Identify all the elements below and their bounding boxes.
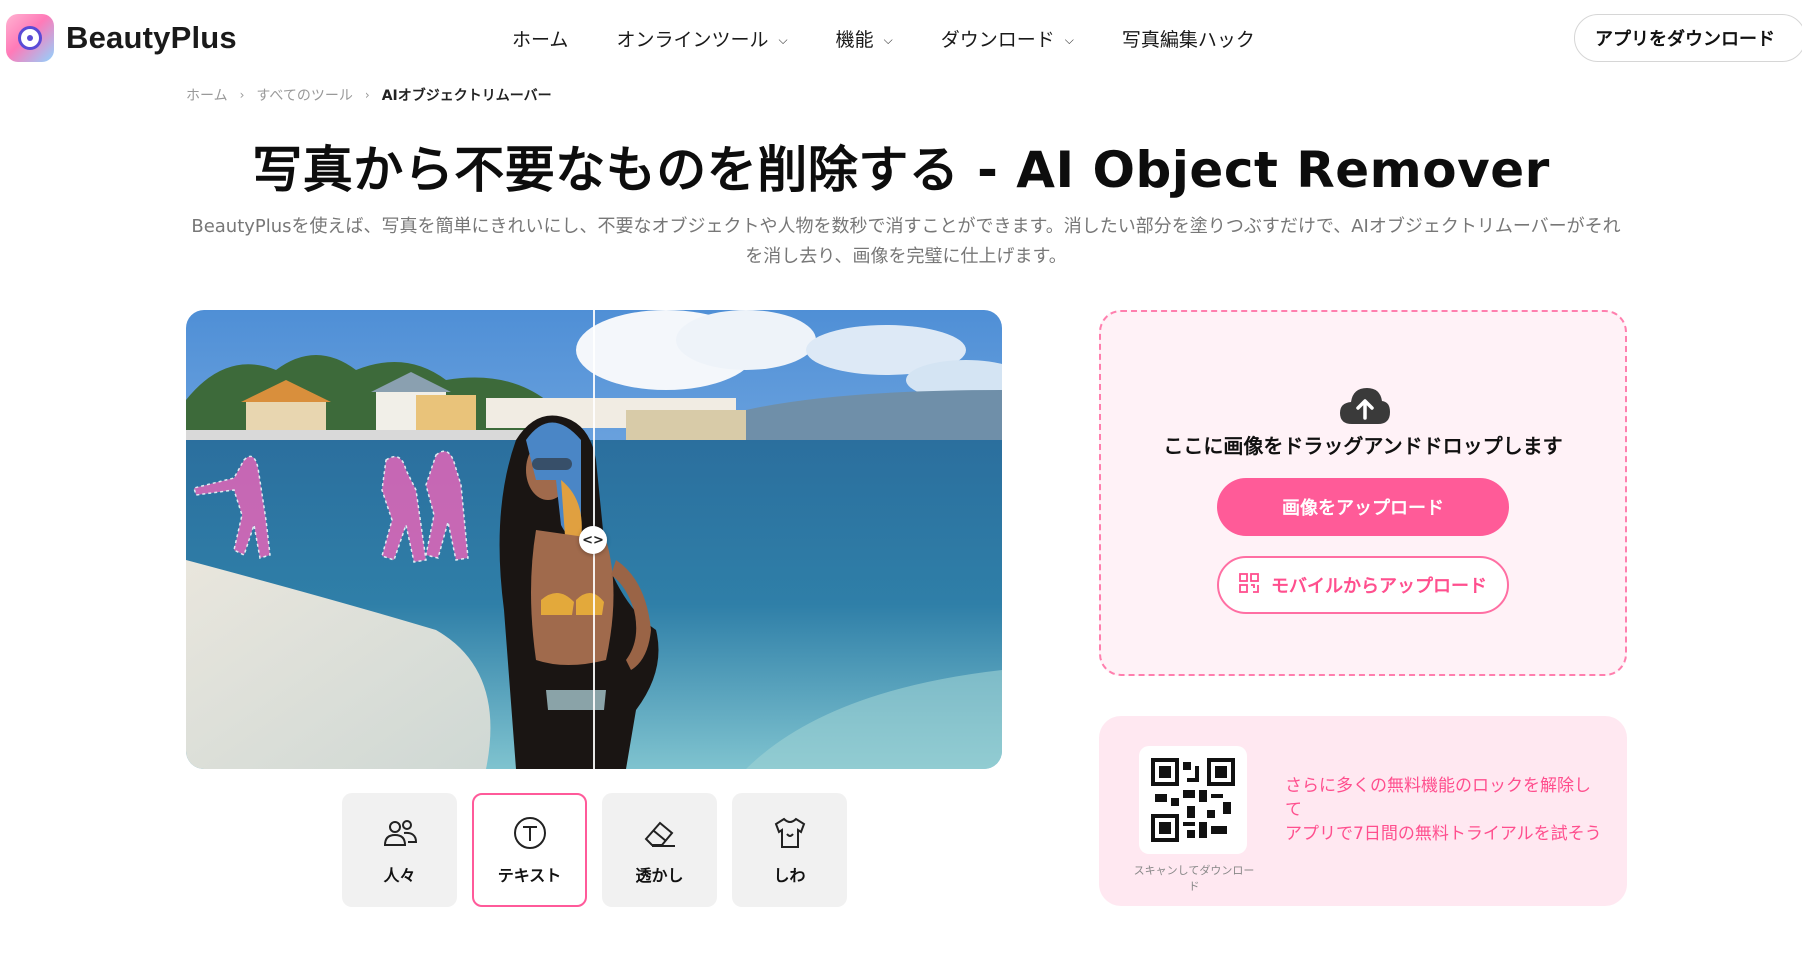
promo-line-1: さらに多くの無料機能のロックを解除して (1285, 776, 1591, 820)
category-watermark[interactable]: 透かし (602, 793, 717, 907)
nav-photo-hacks-label: 写真編集ハック (1121, 28, 1255, 51)
text-icon (511, 814, 549, 852)
people-icon (381, 814, 419, 852)
category-wrinkles[interactable]: しわ (732, 793, 847, 907)
eraser-icon (641, 814, 679, 852)
nav-photo-hacks[interactable]: 写真編集ハック (1122, 22, 1255, 54)
breadcrumb-current: AIオブジェクトリムーバー (381, 88, 552, 104)
category-label: しわ (773, 866, 806, 885)
cloud-upload-icon (1338, 384, 1392, 428)
app-qr-code (1139, 746, 1247, 854)
nav-home-label: ホーム (512, 28, 569, 51)
category-text[interactable]: テキスト (472, 793, 587, 907)
chevron-down-icon: ⌵ (1064, 32, 1074, 47)
promo-message: さらに多くの無料機能のロックを解除して アプリで7日間の無料トライアルを試そう (1285, 774, 1605, 846)
nav-download[interactable]: ダウンロード ⌵ (941, 22, 1074, 54)
brand-logo[interactable]: BeautyPlus (6, 14, 237, 62)
nav-features[interactable]: 機能 ⌵ (836, 22, 893, 54)
nav-online-tools[interactable]: オンラインツール ⌵ (616, 22, 787, 54)
chevron-right-icon: › (364, 88, 370, 102)
camera-logo-icon (6, 14, 54, 62)
promo-line-2: アプリで7日間の無料トライアルを試そう (1285, 824, 1602, 844)
chevron-down-icon: ⌵ (778, 32, 788, 47)
category-label: 人々 (383, 866, 416, 885)
download-app-button[interactable]: アプリをダウンロード (1574, 14, 1802, 62)
drop-instruction: ここに画像をドラッグアンドドロップします (1163, 434, 1563, 458)
site-header: BeautyPlus ホーム オンラインツール ⌵ 機能 ⌵ ダウンロード ⌵ 写真編… (0, 0, 1802, 76)
category-label: テキスト (497, 866, 562, 885)
upload-from-mobile-button[interactable]: モバイルからアップロード (1217, 556, 1509, 614)
nav-features-label: 機能 (835, 28, 874, 51)
upload-image-button[interactable]: 画像をアップロード (1217, 478, 1509, 536)
chevron-right-icon: › (239, 88, 245, 102)
main-nav: ホーム オンラインツール ⌵ 機能 ⌵ ダウンロード ⌵ 写真編集ハック (512, 22, 1303, 54)
shirt-icon (771, 814, 809, 852)
page-description: BeautyPlusを使えば、写真を簡単にきれいにし、不要なオブジェクトや人物を… (191, 216, 1621, 267)
upload-from-mobile-label: モバイルからアップロード (1271, 576, 1487, 597)
breadcrumb: ホーム › すべてのツール › AIオブジェクトリムーバー (186, 85, 552, 105)
breadcrumb-home[interactable]: ホーム (186, 85, 228, 105)
compare-slider-handle[interactable]: <> (579, 526, 607, 554)
upload-dropzone[interactable]: ここに画像をドラッグアンドドロップします 画像をアップロード モバイルからアップ… (1099, 310, 1627, 676)
app-promo-card: スキャンしてダウンロード さらに多くの無料機能のロックを解除して アプリで7日間… (1099, 716, 1627, 906)
breadcrumb-all-tools[interactable]: すべてのツール (256, 85, 352, 105)
example-categories: 人々 テキスト 透かし しわ (342, 793, 847, 907)
nav-home[interactable]: ホーム (512, 22, 568, 54)
qr-caption: スキャンしてダウンロード (1133, 864, 1255, 893)
qr-code-icon (1239, 572, 1259, 598)
category-label: 透かし (635, 866, 684, 885)
page-title: 写真から不要なものを削除する - AI Object Remover (252, 141, 1550, 199)
nav-online-tools-label: オンラインツール (616, 28, 769, 51)
before-after-image[interactable]: <> (186, 310, 1002, 769)
category-people[interactable]: 人々 (342, 793, 457, 907)
chevron-down-icon: ⌵ (883, 32, 893, 47)
brand-name: BeautyPlus (66, 20, 237, 55)
nav-download-label: ダウンロード (940, 28, 1055, 51)
